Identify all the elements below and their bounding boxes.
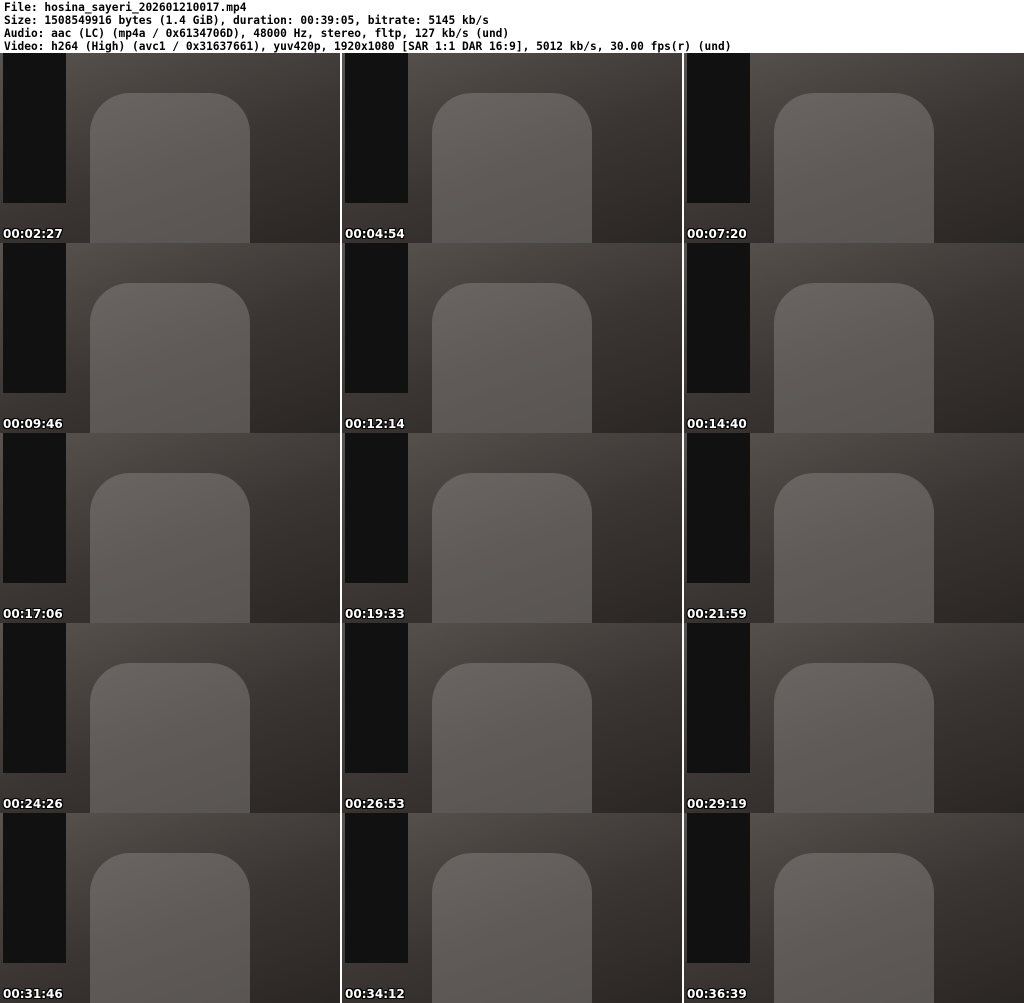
file-size-info: Size: 1508549916 bytes (1.4 GiB), durati… (4, 14, 489, 27)
frame-placeholder (774, 93, 934, 243)
video-thumbnail: 00:07:20 (684, 53, 1024, 243)
video-thumbnail: 00:34:12 (342, 813, 682, 1003)
thumbnail-timestamp: 00:36:39 (687, 987, 747, 1001)
video-thumbnail: 00:31:46 (0, 813, 340, 1003)
overlay-panel (345, 53, 408, 203)
video-thumbnail: 00:02:27 (0, 53, 340, 243)
video-thumbnail: 00:14:40 (684, 243, 1024, 433)
video-thumbnail: 00:12:14 (342, 243, 682, 433)
frame-placeholder (90, 93, 250, 243)
overlay-panel (3, 53, 66, 203)
thumbnail-timestamp: 00:34:12 (345, 987, 405, 1001)
frame-placeholder (90, 853, 250, 1003)
thumbnail-timestamp: 00:12:14 (345, 417, 405, 431)
video-thumbnail: 00:04:54 (342, 53, 682, 243)
file-info-header: File: hosina_sayeri_202601210017.mp4 Siz… (4, 1, 731, 53)
thumbnail-timestamp: 00:02:27 (3, 227, 63, 241)
overlay-panel (3, 813, 66, 963)
thumbnail-timestamp: 00:09:46 (3, 417, 63, 431)
overlay-panel (687, 433, 750, 583)
thumbnail-timestamp: 00:19:33 (345, 607, 405, 621)
overlay-panel (345, 813, 408, 963)
video-info: Video: h264 (High) (avc1 / 0x31637661), … (4, 40, 732, 53)
frame-placeholder (432, 663, 592, 813)
frame-placeholder (90, 663, 250, 813)
overlay-panel (3, 243, 66, 393)
overlay-panel (345, 623, 408, 773)
overlay-panel (345, 243, 408, 393)
overlay-panel (3, 433, 66, 583)
frame-placeholder (774, 663, 934, 813)
video-thumbnail: 00:36:39 (684, 813, 1024, 1003)
overlay-panel (345, 433, 408, 583)
frame-placeholder (90, 283, 250, 433)
video-thumbnail: 00:21:59 (684, 433, 1024, 623)
file-name: File: hosina_sayeri_202601210017.mp4 (4, 1, 247, 14)
frame-placeholder (90, 473, 250, 623)
thumbnail-timestamp: 00:17:06 (3, 607, 63, 621)
video-thumbnail: 00:26:53 (342, 623, 682, 813)
thumbnail-timestamp: 00:29:19 (687, 797, 747, 811)
overlay-panel (687, 243, 750, 393)
video-thumbnail: 00:09:46 (0, 243, 340, 433)
frame-placeholder (432, 473, 592, 623)
frame-placeholder (432, 93, 592, 243)
frame-placeholder (774, 853, 934, 1003)
frame-placeholder (774, 283, 934, 433)
overlay-panel (687, 623, 750, 773)
thumbnail-timestamp: 00:31:46 (3, 987, 63, 1001)
audio-info: Audio: aac (LC) (mp4a / 0x6134706D), 480… (4, 27, 510, 40)
overlay-panel (3, 623, 66, 773)
thumbnail-timestamp: 00:04:54 (345, 227, 405, 241)
overlay-panel (687, 813, 750, 963)
overlay-panel (687, 53, 750, 203)
thumbnail-timestamp: 00:26:53 (345, 797, 405, 811)
thumbnail-timestamp: 00:07:20 (687, 227, 747, 241)
thumbnail-grid: 00:02:27 00:04:54 00:07:20 00:09:46 00:12:14… (0, 53, 1024, 1003)
video-thumbnail: 00:17:06 (0, 433, 340, 623)
video-thumbnail: 00:19:33 (342, 433, 682, 623)
frame-placeholder (774, 473, 934, 623)
thumbnail-timestamp: 00:21:59 (687, 607, 747, 621)
thumbnail-timestamp: 00:24:26 (3, 797, 63, 811)
frame-placeholder (432, 283, 592, 433)
video-thumbnail: 00:24:26 (0, 623, 340, 813)
thumbnail-timestamp: 00:14:40 (687, 417, 747, 431)
frame-placeholder (432, 853, 592, 1003)
video-thumbnail: 00:29:19 (684, 623, 1024, 813)
